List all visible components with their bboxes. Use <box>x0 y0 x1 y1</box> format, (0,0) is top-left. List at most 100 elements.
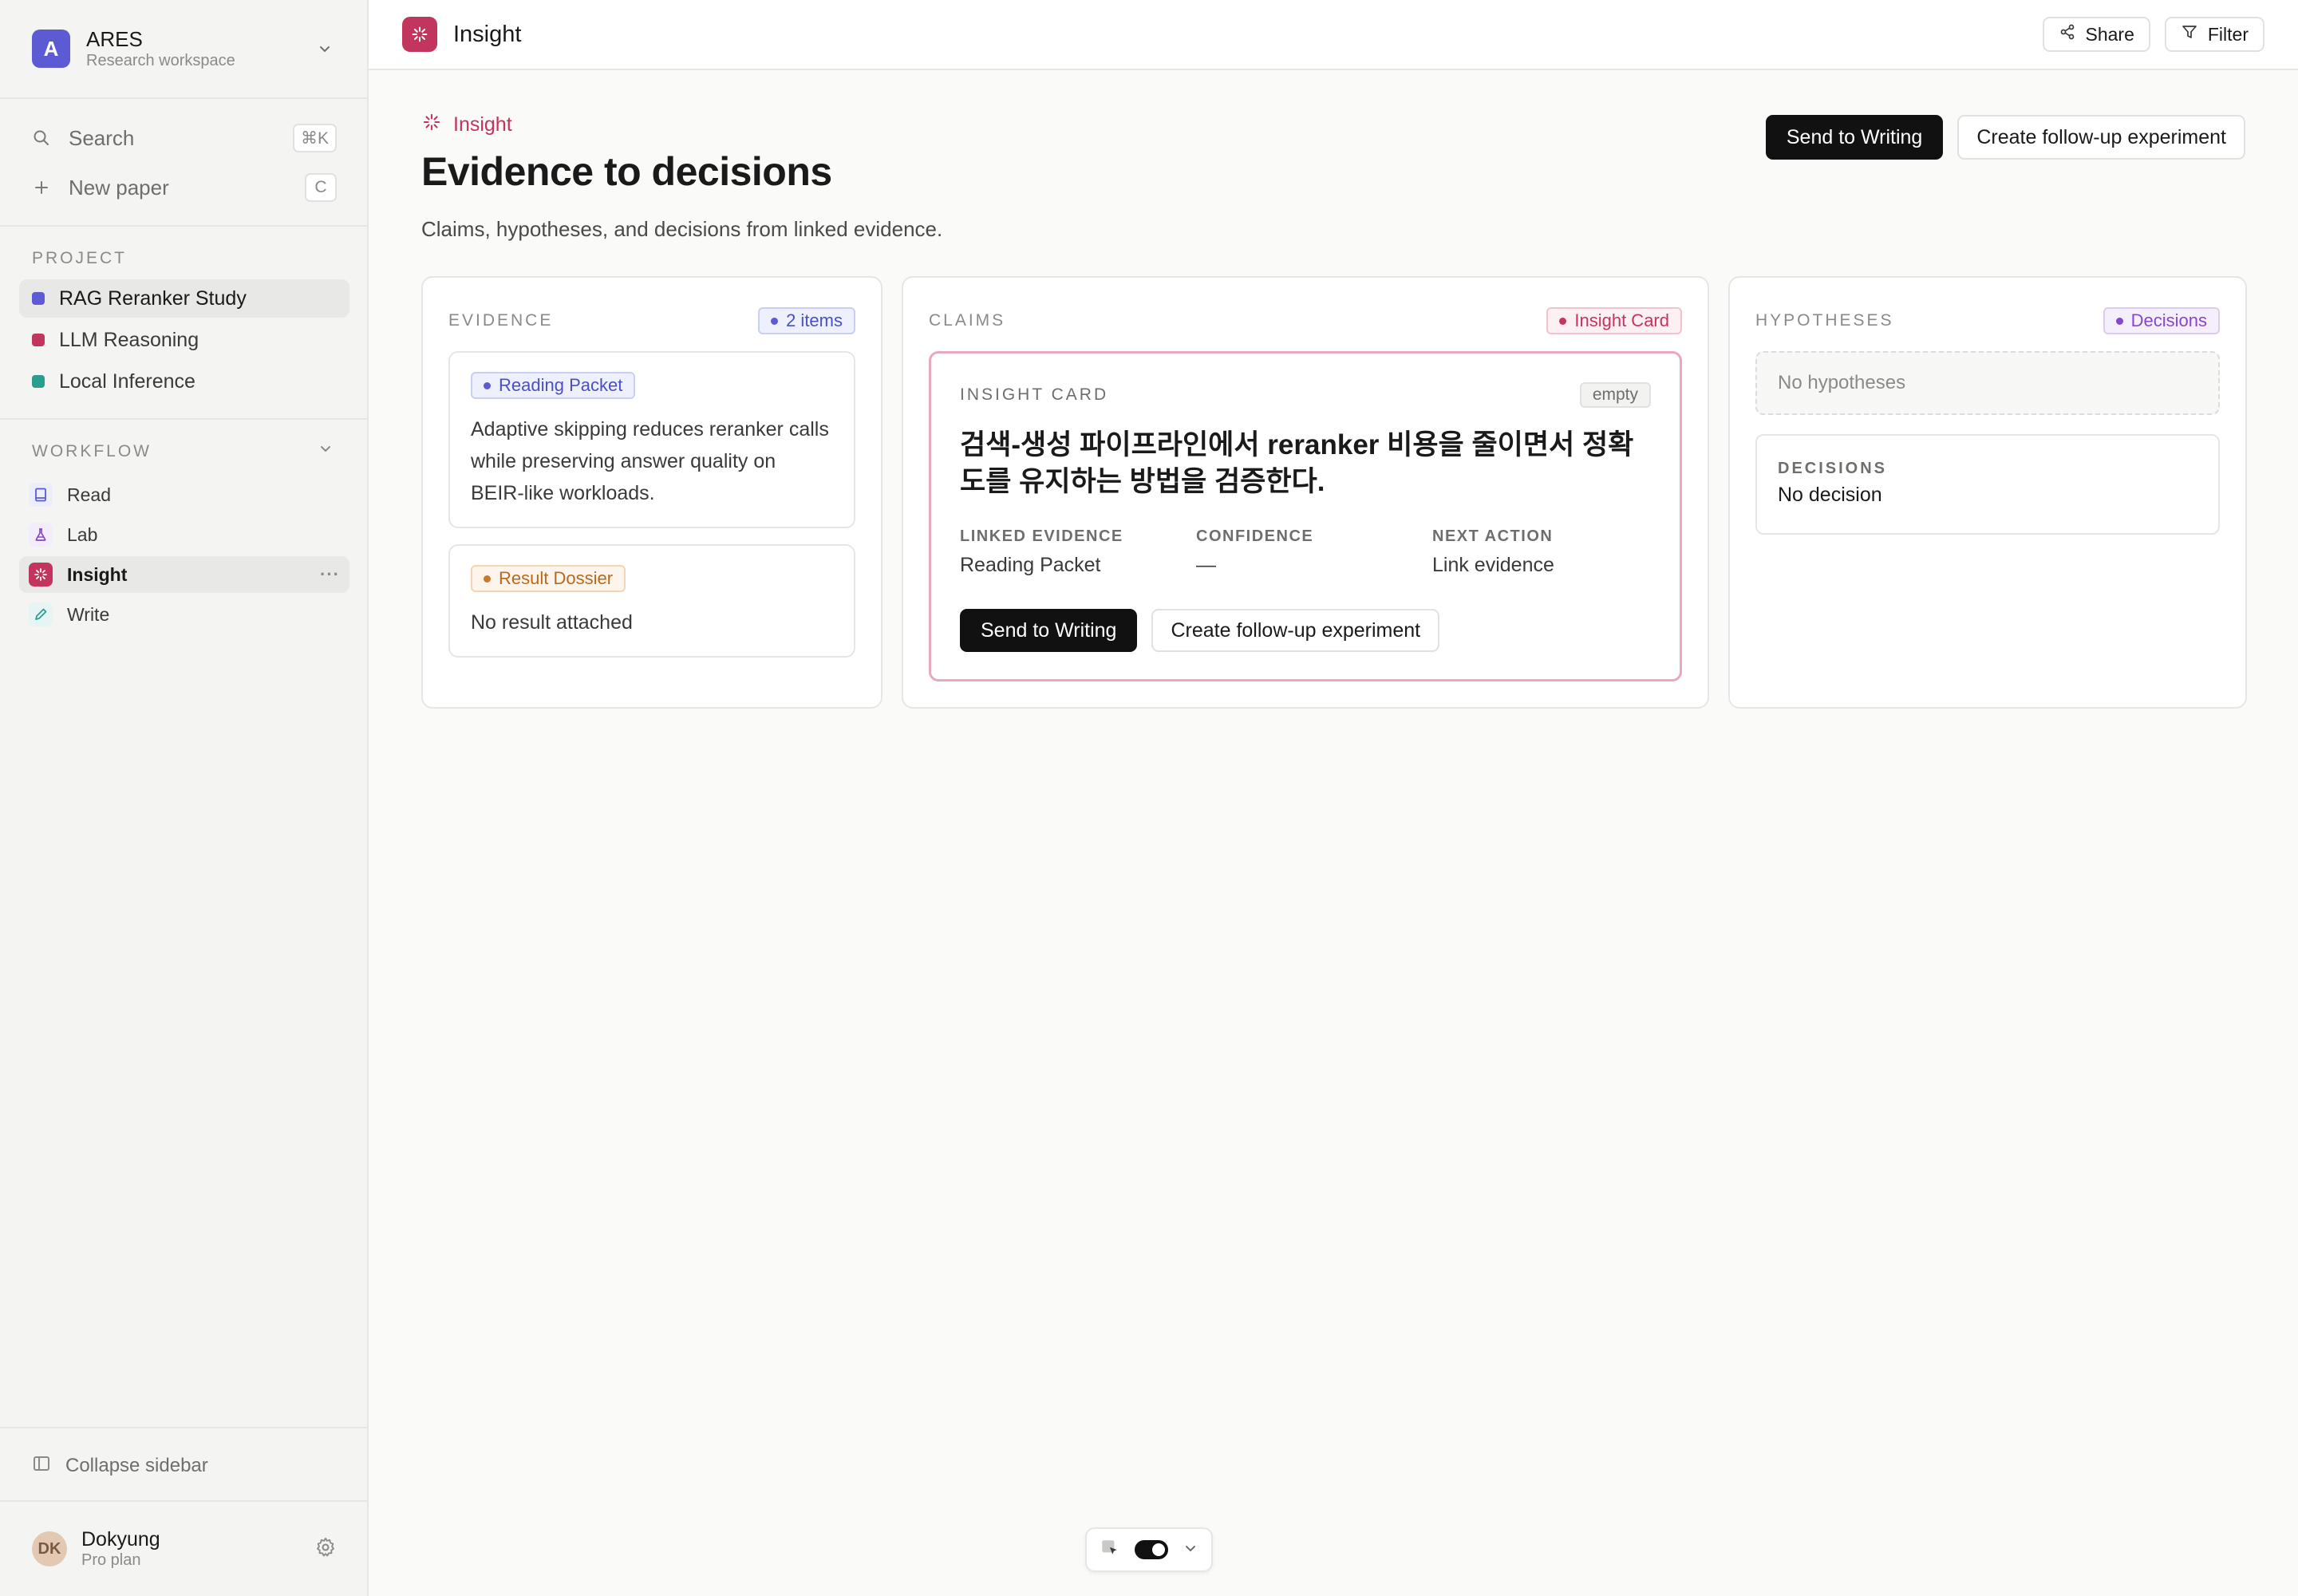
evidence-column: EVIDENCE 2 items Reading Packet Adaptive… <box>421 276 882 709</box>
book-icon <box>29 483 53 507</box>
create-follow-up-experiment-button[interactable]: Create follow-up experiment <box>1151 609 1440 652</box>
decisions-badge: Decisions <box>2103 307 2220 334</box>
column-title: EVIDENCE <box>448 311 554 330</box>
page-breadcrumb-title: Insight <box>453 21 522 47</box>
badge-dot <box>2115 317 2123 325</box>
badge-dot <box>771 317 779 325</box>
send-to-writing-button[interactable]: Send to Writing <box>1765 115 1944 160</box>
project-item-llm-reasoning[interactable]: LLM Reasoning <box>19 321 349 359</box>
send-to-writing-button[interactable]: Send to Writing <box>960 609 1138 652</box>
user-name: Dokyung <box>81 1528 160 1551</box>
chevron-down-icon[interactable] <box>318 440 334 460</box>
workflow-item-insight[interactable]: Insight ··· <box>19 556 349 593</box>
chevron-down-icon[interactable] <box>313 37 337 61</box>
badge-dot <box>484 381 491 389</box>
more-icon[interactable]: ··· <box>320 564 340 585</box>
evidence-count-badge: 2 items <box>758 307 855 334</box>
share-button[interactable]: Share <box>2042 17 2150 52</box>
field-label: CONFIDENCE <box>1196 527 1314 545</box>
user-profile[interactable]: DK Dokyung Pro plan <box>19 1524 349 1574</box>
sparkle-icon <box>421 112 442 138</box>
user-plan: Pro plan <box>81 1551 141 1569</box>
field-label: LINKED EVIDENCE <box>960 527 1123 545</box>
status-badge: empty <box>1579 382 1651 408</box>
project-label: LLM Reasoning <box>59 328 199 351</box>
badge-label: 2 items <box>786 310 843 330</box>
workflow-label: Insight <box>67 563 128 585</box>
evidence-card-reading-packet[interactable]: Reading Packet Adaptive skipping reduces… <box>448 351 855 528</box>
sidebar: A ARES Research workspace Search ⌘K New … <box>0 0 369 1596</box>
divider <box>0 225 369 227</box>
workflow-label: Write <box>67 603 110 625</box>
theme-toggle[interactable] <box>1135 1540 1168 1559</box>
divider <box>0 97 369 99</box>
evidence-text: Adaptive skipping reduces reranker calls… <box>471 418 829 504</box>
sidebar-icon <box>32 1454 51 1479</box>
column-title: CLAIMS <box>929 311 1006 330</box>
search-shortcut: ⌘K <box>292 124 337 152</box>
next-action-field: NEXT ACTION Link evidence <box>1432 527 1554 577</box>
field-value: Link evidence <box>1432 554 1554 576</box>
page-title: Evidence to decisions <box>421 149 832 194</box>
workspace-switcher[interactable]: A ARES Research workspace <box>19 19 349 78</box>
confidence-field: CONFIDENCE — <box>1196 527 1313 577</box>
divider <box>0 1427 369 1428</box>
field-value: — <box>1196 554 1216 576</box>
workflow-item-lab[interactable]: Lab <box>19 516 349 553</box>
evidence-card-result-dossier[interactable]: Result Dossier No result attached <box>448 544 855 658</box>
decisions-label: DECISIONS <box>1778 460 1888 477</box>
search-icon <box>32 128 51 148</box>
new-paper-shortcut: C <box>305 173 337 202</box>
search-label: Search <box>69 125 135 150</box>
column-title: HYPOTHESES <box>1755 311 1894 330</box>
filter-button[interactable]: Filter <box>2164 17 2264 52</box>
divider <box>0 418 369 420</box>
create-follow-up-experiment-button[interactable]: Create follow-up experiment <box>1957 115 2245 160</box>
workflow-item-write[interactable]: Write <box>19 596 349 633</box>
gear-icon[interactable] <box>314 1536 337 1562</box>
plus-icon <box>32 178 51 197</box>
project-color-dot <box>32 292 45 305</box>
divider <box>0 1500 369 1502</box>
share-icon <box>2059 23 2076 45</box>
search-button[interactable]: Search ⌘K <box>19 118 349 158</box>
workflow-item-read[interactable]: Read <box>19 476 349 513</box>
field-value: Reading Packet <box>960 554 1101 576</box>
hypotheses-column: HYPOTHESES Decisions No hypotheses DECIS… <box>1728 276 2247 709</box>
chevron-down-icon[interactable] <box>1183 1540 1198 1560</box>
workflow-label: Read <box>67 484 111 505</box>
workspace-avatar: A <box>32 30 70 68</box>
collapse-sidebar-button[interactable]: Collapse sidebar <box>19 1446 349 1486</box>
project-label: Local Inference <box>59 369 195 393</box>
tag-reading-packet: Reading Packet <box>471 372 636 399</box>
page-eyebrow: Insight <box>421 112 512 138</box>
workspace-subtitle: Research workspace <box>86 52 235 69</box>
floating-toolbar <box>1085 1527 1213 1572</box>
badge-dot <box>1559 317 1567 325</box>
eyebrow-label: Insight <box>453 113 512 136</box>
evidence-text: No result attached <box>471 611 633 634</box>
new-paper-label: New paper <box>69 175 169 200</box>
new-paper-button[interactable]: New paper C <box>19 168 349 207</box>
filter-icon <box>2181 23 2198 45</box>
insight-card-label: INSIGHT CARD <box>960 385 1109 404</box>
sparkle-icon <box>402 17 437 52</box>
empty-hypotheses-placeholder: No hypotheses <box>1755 351 2220 415</box>
insight-card: INSIGHT CARD empty 검색-생성 파이프라인에서 reranke… <box>929 351 1682 681</box>
project-item-local-inference[interactable]: Local Inference <box>19 362 349 401</box>
avatar: DK <box>32 1531 67 1566</box>
decisions-card: DECISIONS No decision <box>1755 434 2220 535</box>
top-bar: Insight Share Filter <box>369 0 2298 70</box>
project-item-rag-reranker[interactable]: RAG Reranker Study <box>19 279 349 318</box>
collapse-label: Collapse sidebar <box>65 1455 208 1476</box>
tag-result-dossier: Result Dossier <box>471 565 626 592</box>
badge-label: Insight Card <box>1574 310 1669 330</box>
sparkle-icon <box>29 563 53 587</box>
claim-text: 검색-생성 파이프라인에서 reranker 비용을 줄이면서 정확도를 유지하… <box>960 429 1634 497</box>
cursor-select-icon[interactable] <box>1100 1538 1120 1562</box>
flask-icon <box>29 523 53 547</box>
project-color-dot <box>32 375 45 388</box>
linked-evidence-field: LINKED EVIDENCE Reading Packet <box>960 527 1123 577</box>
field-label: NEXT ACTION <box>1432 527 1554 545</box>
claims-column: CLAIMS Insight Card INSIGHT CARD empty 검… <box>902 276 1709 709</box>
